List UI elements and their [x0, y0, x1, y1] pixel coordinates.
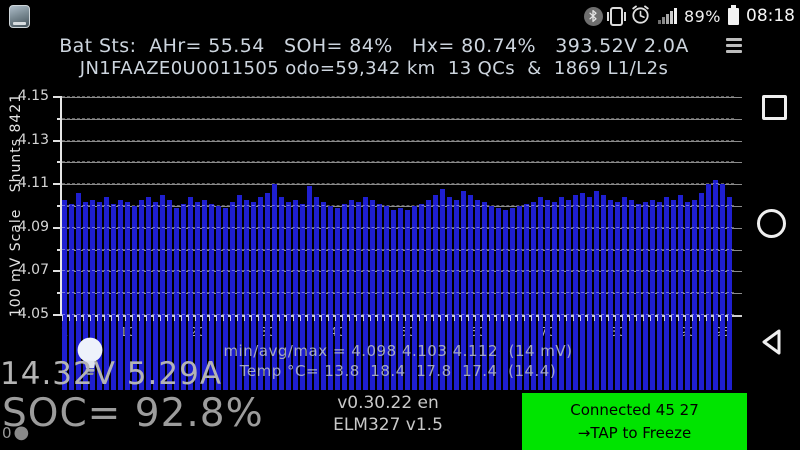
- gridline-dashed: [62, 227, 734, 228]
- gridline-dashed: [62, 249, 734, 250]
- alarm-icon: [630, 4, 651, 29]
- leafspy-screen: 89% 08:18 Bat Sts: AHr= 55.54 SOH= 84% H…: [0, 0, 800, 450]
- home-button-icon[interactable]: [757, 209, 786, 238]
- bluetooth-icon: [584, 7, 603, 26]
- y-axis-tick: [53, 314, 62, 316]
- tap-to-freeze-button[interactable]: Connected 45 27 →TAP to Freeze: [522, 393, 747, 450]
- y-axis-tick: [53, 183, 62, 185]
- page-indicator: 0 ●: [2, 424, 29, 442]
- cell-voltage-bar: [461, 191, 466, 390]
- y-axis-tick: [53, 140, 62, 142]
- y-tick-label: 4.13: [18, 132, 49, 148]
- y-axis: 4.154.134.114.094.074.05: [0, 97, 62, 317]
- status-bar: 89% 08:18: [0, 0, 800, 32]
- y-tick-label: 4.15: [18, 88, 49, 104]
- recents-button-icon[interactable]: [762, 95, 787, 120]
- y-axis-tick: [53, 270, 62, 272]
- y-tick-label: 4.09: [18, 219, 49, 235]
- signal-icon: [658, 8, 677, 24]
- gridline-dashed: [62, 140, 734, 141]
- adapter-version-label: ELM327 v1.5: [288, 415, 488, 435]
- gridline: [62, 97, 742, 98]
- notification-thumbnail-icon: [9, 5, 30, 28]
- freeze-hint-label: →TAP to Freeze: [578, 422, 691, 445]
- gridline-dashed: [62, 161, 734, 162]
- y-tick-label: 4.05: [18, 306, 49, 322]
- gridline-dashed: [62, 183, 734, 184]
- vibrate-icon: [610, 7, 623, 26]
- battery-icon: [728, 8, 739, 25]
- back-button-icon[interactable]: [756, 326, 788, 362]
- menu-icon[interactable]: [726, 38, 743, 56]
- y-axis-tick: [53, 96, 62, 98]
- y-axis-tick: [53, 227, 62, 229]
- battery-status-line: Bat Sts: AHr= 55.54 SOH= 84% Hx= 80.74% …: [0, 35, 748, 57]
- x-axis-ticks: [62, 315, 734, 321]
- gridline-dashed: [62, 292, 734, 293]
- gridline-dashed: [62, 270, 734, 271]
- gridline-dashed: [62, 96, 734, 97]
- gridline: [62, 162, 742, 163]
- vin-odometer-line: JN1FAAZE0U0011505 odo=59,342 km 13 QCs &…: [0, 58, 748, 79]
- gridline-dashed: [62, 118, 734, 119]
- gridline: [62, 141, 742, 142]
- y-tick-label: 4.07: [18, 262, 49, 278]
- cell-voltage-bar: [594, 191, 599, 390]
- soc-readout: SOC= 92.8%: [2, 391, 264, 436]
- y-tick-label: 4.11: [18, 175, 49, 191]
- clock-label: 08:18: [746, 6, 795, 26]
- page-indicator-dot: ●: [14, 424, 30, 442]
- gridline: [62, 184, 742, 185]
- app-version-label: v0.30.22 en: [288, 393, 488, 413]
- status-bar-right: 89% 08:18: [584, 0, 795, 32]
- battery-percent-label: 89%: [684, 7, 721, 26]
- gridline-dashed: [62, 205, 734, 206]
- aux-battery-readout: 14.32V 5.29A: [0, 356, 222, 392]
- gridline: [62, 119, 742, 120]
- connect-status-label: Connected 45 27: [570, 399, 698, 422]
- page-indicator-number: 0: [2, 424, 12, 442]
